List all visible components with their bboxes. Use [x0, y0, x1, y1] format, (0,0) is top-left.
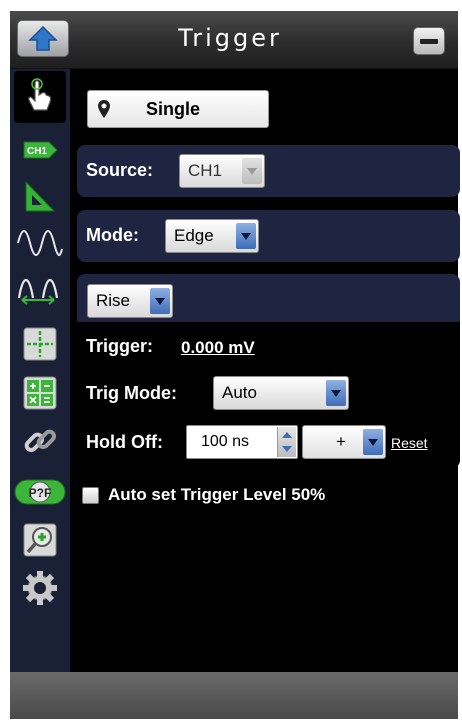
chevron-down-icon	[150, 288, 170, 314]
minus-icon	[420, 39, 438, 44]
back-button[interactable]	[17, 20, 69, 57]
trig-mode-label: Trig Mode:	[86, 383, 177, 403]
settings-icon[interactable]	[21, 569, 59, 607]
spin-down-icon[interactable]	[282, 446, 292, 452]
pass-fail-badge-text: P?F	[29, 486, 52, 500]
chevron-down-icon	[326, 380, 346, 406]
minimize-button[interactable]	[413, 27, 445, 55]
slope-value: Rise	[96, 291, 131, 310]
touch-hand-icon[interactable]	[21, 77, 59, 115]
page-title: Trigger	[178, 24, 282, 52]
spin-up-icon[interactable]	[282, 432, 292, 438]
trig-mode-dropdown[interactable]: Auto	[213, 376, 349, 410]
source-dropdown[interactable]: CH1	[179, 154, 265, 188]
mode-label: Mode:	[86, 225, 139, 245]
reset-link[interactable]: Reset	[391, 435, 428, 451]
auto-level-row: Auto set Trigger Level 50%	[79, 483, 459, 509]
trigger-type-selector[interactable]: Single	[87, 90, 269, 128]
slope-dropdown[interactable]: Rise	[87, 284, 173, 318]
zoom-icon[interactable]	[21, 521, 59, 559]
edge-settings-section: Rise Trigger: 0.000 mV Trig Mode: Auto H…	[77, 274, 460, 468]
auto-level-checkbox[interactable]	[82, 487, 99, 504]
waveform-cursor-icon[interactable]	[16, 270, 64, 308]
chevron-down-icon	[242, 158, 262, 184]
chevron-down-icon	[363, 429, 383, 455]
chevron-down-icon	[236, 223, 256, 249]
link-icon[interactable]	[21, 422, 59, 460]
arrow-up-icon	[28, 25, 58, 51]
location-pin-icon	[98, 100, 110, 118]
trigger-window: Trigger CH1 P?F Single Source: CH1 Mode:…	[10, 11, 460, 719]
hold-off-spinner[interactable]	[277, 427, 296, 457]
mode-section: Mode: Edge	[77, 210, 460, 262]
trigger-level-value[interactable]: 0.000 mV	[181, 338, 255, 358]
crosshair-icon[interactable]	[21, 325, 59, 363]
channel-ch1-icon[interactable]: CH1	[21, 131, 59, 169]
source-value: CH1	[188, 161, 223, 180]
title-bar: Trigger	[10, 11, 458, 69]
sidebar: CH1 P?F	[10, 69, 70, 672]
trigger-type-value: Single	[146, 99, 201, 119]
trigger-type-section: Single	[77, 77, 460, 145]
hold-off-field[interactable]: 100 ns	[186, 425, 298, 459]
hold-off-value: 100 ns	[201, 433, 250, 450]
source-label: Source:	[86, 160, 154, 180]
ch1-badge-text: CH1	[27, 146, 47, 157]
mode-dropdown[interactable]: Edge	[165, 219, 259, 253]
hold-off-label: Hold Off:	[86, 432, 163, 452]
pass-fail-icon[interactable]: P?F	[13, 472, 67, 510]
source-section: Source: CH1	[77, 145, 460, 197]
mode-value: Edge	[174, 226, 214, 245]
bottom-bar	[10, 672, 458, 719]
step-dropdown[interactable]: +	[302, 425, 386, 459]
measure-triangle-icon[interactable]	[21, 177, 59, 215]
math-icon[interactable]	[21, 374, 59, 412]
step-value: +	[336, 432, 346, 451]
trig-mode-value: Auto	[222, 383, 257, 402]
auto-level-label: Auto set Trigger Level 50%	[108, 485, 326, 504]
trigger-settings-panel: Single Source: CH1 Mode: Edge Rise Trigg	[70, 69, 460, 672]
trigger-level-label: Trigger:	[86, 336, 154, 356]
sine-wave-icon[interactable]	[16, 221, 64, 259]
